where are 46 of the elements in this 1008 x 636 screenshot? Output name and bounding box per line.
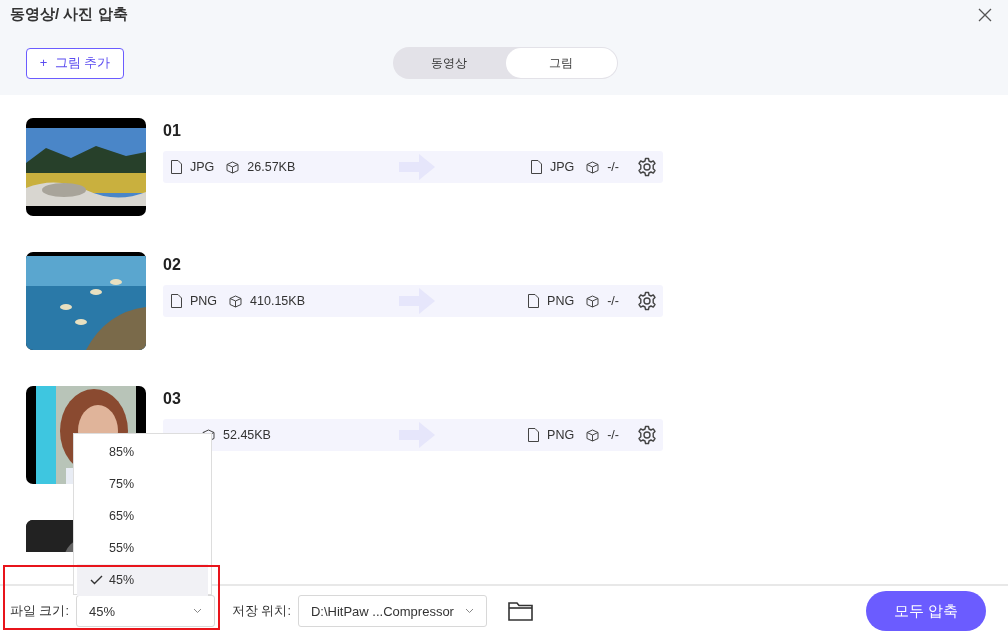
save-location-select[interactable]: D:\HitPaw ...Compressor (297, 595, 487, 627)
format-text: JPG (190, 160, 215, 174)
chevron-down-icon (464, 608, 474, 614)
save-location-label: 저장 위치: (231, 602, 291, 620)
file-size-select[interactable]: 45% (75, 595, 215, 627)
size-text: -/- (607, 294, 619, 308)
size-option[interactable]: 85% (77, 436, 208, 468)
size-text: -/- (607, 160, 619, 174)
settings-icon[interactable] (637, 425, 657, 445)
size-text: 410.15KB (250, 294, 305, 308)
mode-tab[interactable]: 동영상 (393, 47, 505, 79)
format-text: PNG (547, 428, 575, 442)
cube-icon (229, 294, 243, 308)
window-title: 동영상/ 사진 압축 (10, 4, 128, 24)
size-text: -/- (607, 428, 619, 442)
size-option[interactable]: 45% (77, 564, 208, 596)
file-size-label: 파일 크기: (10, 602, 69, 620)
chevron-down-icon (192, 608, 202, 614)
file-icon (530, 160, 542, 174)
file-name: 01 (163, 122, 182, 141)
checkmark-icon (90, 575, 103, 585)
folder-icon[interactable] (507, 601, 533, 621)
file-icon (171, 160, 182, 174)
cube-icon (586, 160, 600, 174)
settings-icon[interactable] (637, 291, 657, 311)
file-name: 03 (163, 390, 182, 409)
format-text: PNG (547, 294, 575, 308)
size-option[interactable]: 65% (77, 500, 208, 532)
file-icon (528, 294, 540, 308)
cube-icon (226, 160, 240, 174)
file-name: 02 (163, 256, 182, 275)
settings-icon[interactable] (637, 157, 657, 177)
size-text: 26.57KB (247, 160, 296, 174)
size-text: 52.45KB (223, 428, 271, 442)
size-option[interactable]: 75% (77, 468, 208, 500)
file-icon (171, 294, 182, 308)
file-icon (528, 428, 540, 442)
cube-icon (586, 428, 600, 442)
add-picture-button[interactable]: + 그림 추가 (26, 47, 124, 79)
cube-icon (586, 294, 600, 308)
close-icon[interactable] (978, 8, 992, 22)
compress-all-button[interactable]: 모두 압축 (866, 591, 986, 631)
size-option[interactable]: 55% (77, 532, 208, 564)
mode-tab[interactable]: 그림 (505, 48, 617, 78)
format-text: PNG (190, 294, 218, 308)
format-text: JPG (549, 160, 575, 174)
